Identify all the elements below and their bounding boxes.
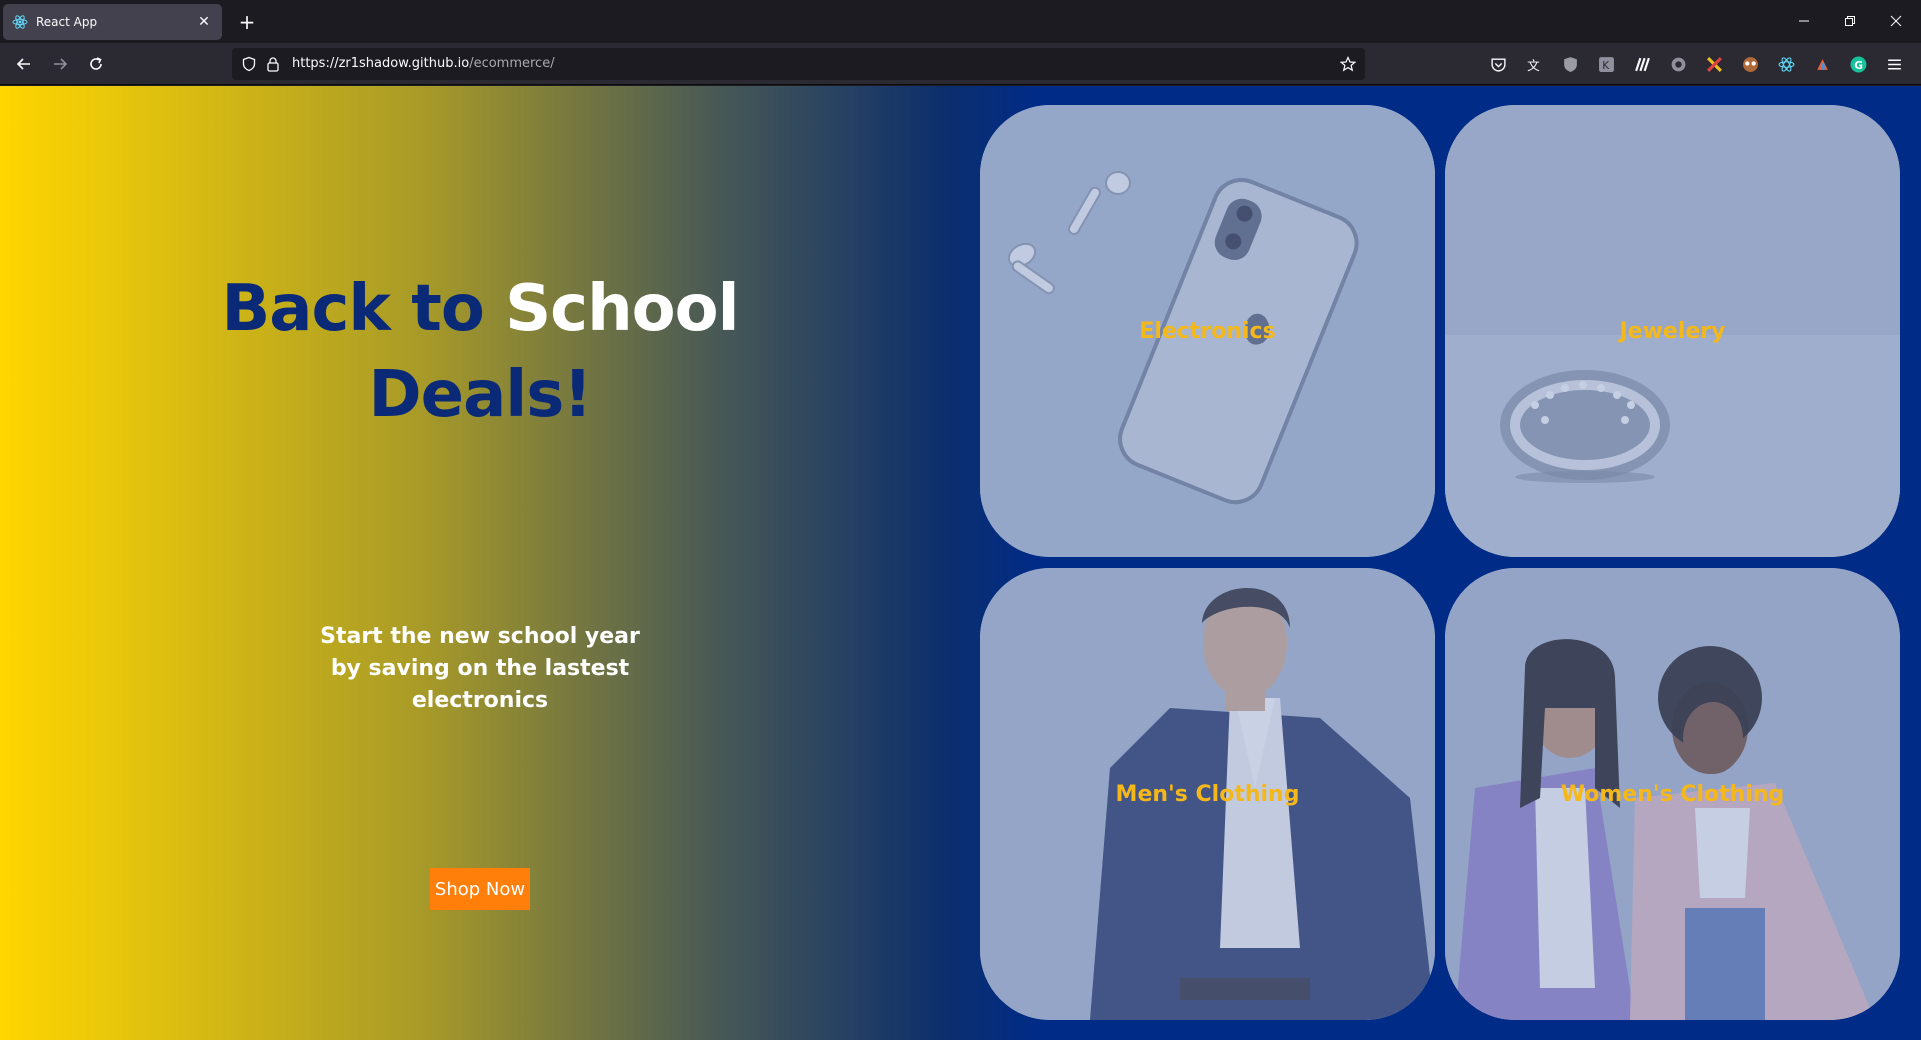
url-text[interactable]: https://zr1shadow.github.io/ecommerce/ xyxy=(292,56,555,71)
back-button[interactable] xyxy=(11,52,37,76)
tools-x-icon[interactable] xyxy=(1706,56,1723,73)
translate-icon[interactable]: 文 xyxy=(1526,56,1543,73)
category-label-jewelery: Jewelery xyxy=(1619,319,1726,344)
restore-button[interactable] xyxy=(1837,10,1863,34)
minimize-button[interactable] xyxy=(1791,10,1817,34)
close-icon xyxy=(1890,15,1902,27)
shop-now-button[interactable]: Shop Now xyxy=(430,868,530,910)
react-logo-icon xyxy=(12,15,28,29)
arrow-left-icon xyxy=(16,58,30,70)
browser-toolbar: https://zr1shadow.github.io/ecommerce/ 文… xyxy=(0,43,1921,85)
svg-text:G: G xyxy=(1854,59,1863,72)
url-path: /ecommerce/ xyxy=(469,56,555,71)
browser-tab[interactable]: React App ✕ xyxy=(3,4,222,40)
reload-icon xyxy=(90,57,102,70)
category-card-jewelery[interactable]: Jewelery xyxy=(1445,105,1900,557)
headline-part-school: School xyxy=(505,272,739,346)
category-card-womens-clothing[interactable]: Women's Clothing xyxy=(1445,568,1900,1020)
browser-tab-bar: React App ✕ + xyxy=(0,0,1921,43)
react-devtools-icon[interactable] xyxy=(1778,56,1795,73)
tampermonkey-icon[interactable] xyxy=(1742,56,1759,73)
minimize-icon xyxy=(1799,20,1809,22)
new-tab-button[interactable]: + xyxy=(235,10,259,34)
tab-close-icon[interactable]: ✕ xyxy=(196,14,212,30)
category-label-mens-clothing: Men's Clothing xyxy=(1115,782,1300,807)
page-content: Back to School Deals! Start the new scho… xyxy=(0,86,1921,1040)
category-label-womens-clothing: Women's Clothing xyxy=(1560,782,1785,807)
restore-icon xyxy=(1845,16,1855,26)
close-window-button[interactable] xyxy=(1883,10,1909,34)
svg-text:文: 文 xyxy=(1527,59,1540,73)
category-card-electronics[interactable]: Electronics xyxy=(980,105,1435,557)
forward-button[interactable] xyxy=(47,52,73,76)
shield-icon[interactable] xyxy=(241,56,257,72)
ublock-shield-icon[interactable] xyxy=(1562,56,1579,73)
hero-headline: Back to School Deals! xyxy=(190,266,770,438)
headline-part-back-to: Back to xyxy=(221,272,484,346)
arrow-right-icon xyxy=(54,58,68,70)
address-bar[interactable]: https://zr1shadow.github.io/ecommerce/ xyxy=(232,48,1365,80)
pocket-icon[interactable] xyxy=(1490,56,1507,73)
tab-title: React App xyxy=(36,15,98,29)
headline-part-deals: Deals! xyxy=(368,358,593,432)
readwise-icon[interactable] xyxy=(1634,56,1651,73)
redux-devtools-icon[interactable] xyxy=(1814,56,1831,73)
grammarly-icon[interactable]: G xyxy=(1850,56,1867,73)
url-host: https://zr1shadow.github.io xyxy=(292,56,470,71)
category-label-electronics: Electronics xyxy=(1139,319,1276,344)
hero-subtext: Start the new school year by saving on t… xyxy=(320,624,640,713)
lock-icon[interactable] xyxy=(265,56,281,72)
bookmark-star-icon[interactable] xyxy=(1340,56,1356,72)
category-card-mens-clothing[interactable]: Men's Clothing xyxy=(980,568,1435,1020)
extension-k-icon[interactable]: K xyxy=(1598,56,1615,73)
reload-button[interactable] xyxy=(83,52,109,76)
hero-section: Back to School Deals! Start the new scho… xyxy=(0,86,960,1040)
menu-hamburger-icon[interactable] xyxy=(1886,56,1903,73)
privacy-badger-icon[interactable] xyxy=(1670,56,1687,73)
svg-text:K: K xyxy=(1602,59,1610,72)
